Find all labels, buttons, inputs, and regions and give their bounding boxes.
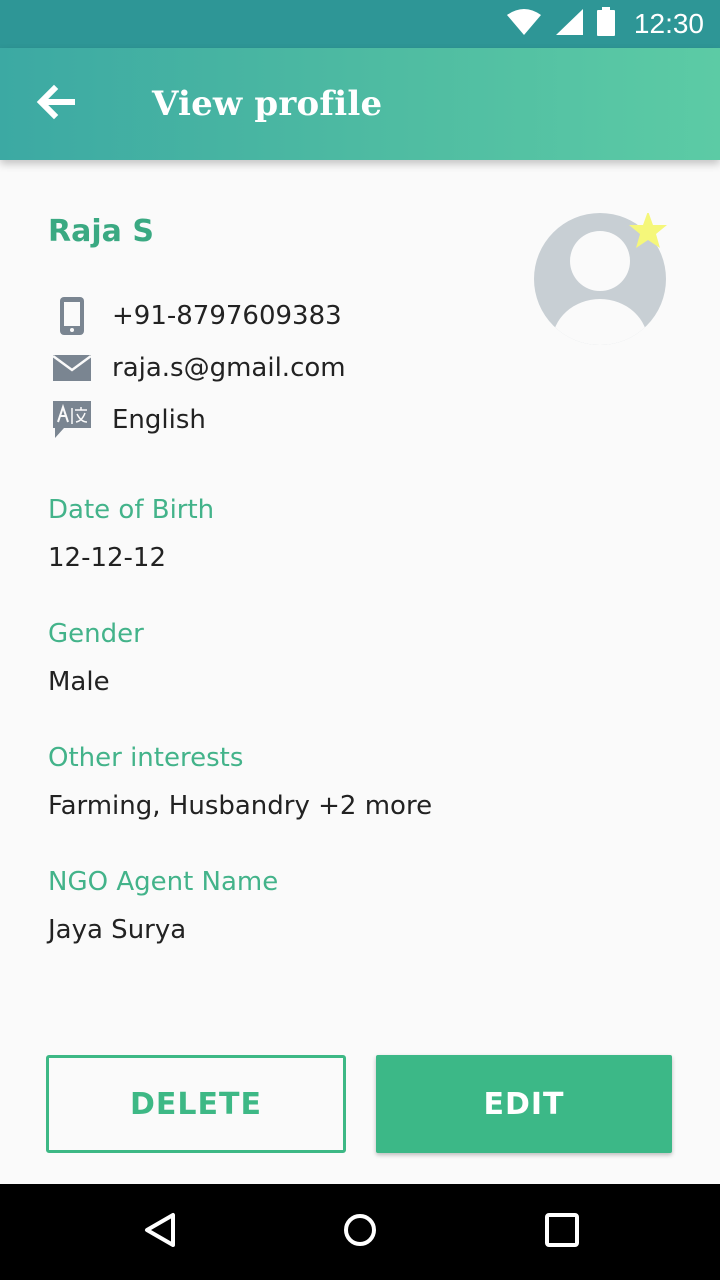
avatar[interactable]	[534, 211, 668, 347]
status-icons: 12:30	[506, 0, 704, 48]
interests-value: Farming, Husbandry +2 more	[48, 791, 433, 821]
dob-label: Date of Birth	[48, 495, 215, 525]
wifi-icon	[506, 8, 542, 40]
language-value: English	[112, 405, 206, 435]
nav-home-icon	[342, 1212, 378, 1252]
nav-back-button[interactable]	[132, 1204, 188, 1260]
language-row: English	[48, 398, 206, 442]
email-address[interactable]: raja.s@gmail.com	[112, 353, 346, 383]
phone-row: +91-8797609383	[48, 294, 342, 338]
email-row: raja.s@gmail.com	[48, 346, 346, 390]
status-time: 12:30	[633, 8, 704, 39]
ngo-agent-label: NGO Agent Name	[48, 867, 279, 897]
gender-label: Gender	[48, 619, 144, 649]
app-bar: View profile	[0, 48, 720, 160]
cellular-signal-icon	[554, 8, 584, 40]
nav-back-icon	[142, 1212, 178, 1252]
dob-value: 12-12-12	[48, 543, 167, 573]
edit-button[interactable]: EDIT	[376, 1055, 672, 1153]
arrow-back-icon	[36, 84, 76, 124]
phone-number[interactable]: +91-8797609383	[112, 301, 342, 331]
delete-button[interactable]: DELETE	[46, 1055, 346, 1153]
nav-recents-icon	[544, 1212, 580, 1252]
status-bar: 12:30	[0, 0, 720, 48]
system-nav-bar	[0, 1184, 720, 1280]
translate-icon	[48, 398, 96, 442]
interests-label: Other interests	[48, 743, 244, 773]
nav-recents-button[interactable]	[534, 1204, 590, 1260]
back-button[interactable]	[20, 76, 92, 132]
gender-value: Male	[48, 667, 110, 697]
profile-name: Raja S	[48, 214, 154, 249]
battery-icon	[596, 7, 616, 41]
nav-home-button[interactable]	[332, 1204, 388, 1260]
page-title: View profile	[152, 84, 383, 124]
ngo-agent-value: Jaya Surya	[48, 915, 187, 945]
phone-icon	[48, 294, 96, 338]
email-icon	[48, 346, 96, 390]
